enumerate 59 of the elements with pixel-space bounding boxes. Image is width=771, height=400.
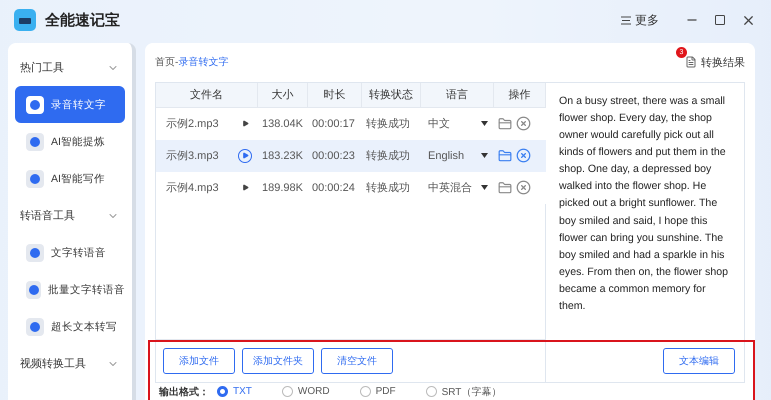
format-radio[interactable]: PDF (360, 386, 396, 398)
play-icon (242, 184, 248, 192)
sidebar-item[interactable]: AI智能提炼 (15, 123, 125, 160)
menu-icon (621, 16, 631, 24)
sidebar-group-title: 转语音工具 (20, 208, 75, 223)
more-menu-button[interactable]: 更多 (621, 12, 659, 28)
column-header: 文件名 (156, 82, 258, 108)
maximize-icon (714, 14, 726, 26)
file-action-button[interactable]: 添加文件夹 (242, 348, 314, 374)
format-radio[interactable]: TXT (217, 386, 252, 398)
text-edit-button[interactable]: 文本编辑 (663, 348, 735, 374)
play-icon (242, 152, 248, 160)
sidebar-group-title: 视频转换工具 (20, 357, 86, 371)
language-dropdown[interactable]: 中英混合 (425, 180, 494, 196)
tool-icon (26, 170, 44, 188)
sidebar-item[interactable]: 录音转文字 (15, 86, 125, 123)
tool-icon (26, 280, 41, 298)
tool-icon (26, 318, 44, 336)
caret-down-icon (481, 153, 488, 158)
remove-icon[interactable] (516, 116, 531, 132)
caret-down-icon (481, 121, 488, 126)
format-radio[interactable]: WORD (282, 386, 330, 398)
sidebar-item[interactable]: 文字转语音 (15, 234, 125, 271)
sidebar-item[interactable]: AI智能写作 (15, 160, 125, 197)
table-cell: 00:00:23 (308, 140, 362, 172)
tool-icon (26, 132, 44, 150)
breadcrumb: 首页-录音转文字 (155, 56, 228, 70)
play-icon (242, 120, 248, 128)
sidebar-item[interactable]: 批量文字转语音 (15, 271, 125, 308)
column-header: 时长 (308, 82, 362, 108)
tool-icon (26, 244, 44, 262)
table-cell: 转换成功 (362, 140, 421, 172)
document-icon (685, 56, 697, 68)
results-button[interactable]: 转换结果 (685, 54, 745, 70)
play-button[interactable] (238, 148, 252, 163)
column-header: 操作 (494, 82, 546, 108)
folder-icon[interactable] (498, 116, 512, 131)
folder-icon[interactable] (498, 180, 512, 195)
sidebar-group-title: 热门工具 (20, 60, 64, 75)
transcript-text: On a busy street, there was a small flower shop. Every day, the shop owner would carefully pick out all kinds of flowers and put them in the shop. One day, a depressed boy walked into the flower shop. He picked out a bright sunflower. The boy smiled and said, I hope this flower can bring you sunshine. The boy smiled and had a sparkle in his eyes. From then on, the flower shop became a common memory for them. (558, 94, 729, 314)
output-format-label: 输出格式： (159, 386, 209, 399)
app-title: 全能速记宝 (45, 10, 120, 30)
caret-down-icon (481, 185, 488, 190)
column-header: 转换状态 (362, 82, 421, 108)
language-dropdown[interactable]: 中文 (425, 116, 494, 132)
column-header: 语言 (421, 82, 494, 108)
sidebar-item[interactable]: 超长文本转写 (15, 308, 125, 345)
table-cell: 183.23K (258, 140, 308, 172)
file-action-button[interactable]: 清空文件 (321, 348, 393, 374)
file-action-button[interactable]: 添加文件 (163, 348, 235, 374)
column-header: 大小 (258, 82, 308, 108)
tool-icon (26, 96, 44, 114)
remove-icon[interactable] (516, 148, 531, 164)
app-logo-icon (14, 9, 36, 31)
format-radio[interactable]: SRT（字幕） (426, 384, 502, 399)
breadcrumb-link[interactable]: 录音转文字 (178, 57, 228, 68)
folder-icon[interactable] (498, 148, 512, 163)
remove-icon[interactable] (516, 180, 531, 196)
table-cell: 示例3.mp3 (156, 140, 258, 172)
